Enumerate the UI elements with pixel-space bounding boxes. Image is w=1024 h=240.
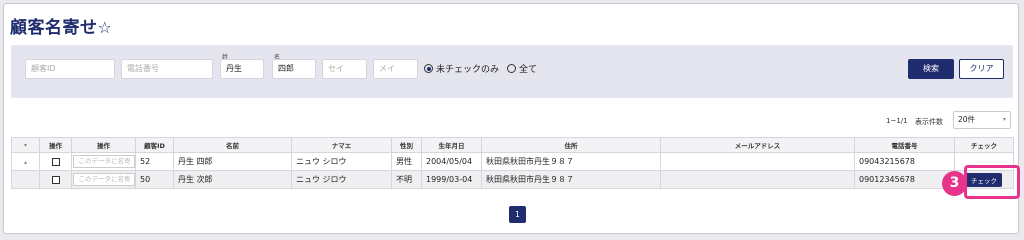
radio-empty-icon [507, 64, 516, 73]
email-cell [660, 152, 855, 171]
radio-unchecked-label: 未チェックのみ [436, 65, 500, 75]
chevron-down-icon: ▾ [23, 142, 27, 149]
page-title: 顧客名寄せ☆ [10, 13, 112, 38]
row-checkbox[interactable] [51, 175, 60, 184]
highlight-box [964, 165, 1020, 199]
table-row: このデータに名寄 50 丹生 次郎 ニュウ ジロウ 不明 1999/03-04 … [11, 170, 1014, 189]
result-range: 1~1/1 [886, 117, 908, 125]
row-select-cell [39, 170, 72, 189]
expand-all-header[interactable]: ▾ [11, 137, 40, 153]
column-header: 性別 [391, 137, 422, 153]
per-page-label: 表示件数 [915, 118, 943, 126]
search-panel: 顧客ID 電話番号 姓 丹生 名 四郎 セイ メイ 未チェックのみ 全て 検索 … [11, 45, 1013, 98]
column-header: 操作 [39, 137, 72, 153]
page-button[interactable]: 1 [509, 206, 526, 223]
column-header: 操作 [71, 137, 136, 153]
email-cell [660, 170, 855, 189]
column-header: 生年月日 [421, 137, 482, 153]
radio-unchecked-only[interactable]: 未チェックのみ [424, 62, 499, 75]
clear-button[interactable]: クリア [959, 59, 1004, 79]
row-checkbox[interactable] [51, 157, 60, 166]
empty-cell [11, 170, 40, 189]
customer-table: ▾ 操作 操作 顧客ID 名前 ナマエ 性別 生年月日 住所 メールアドレス 電… [11, 137, 1014, 189]
merge-input-cell: このデータに名寄 [71, 170, 136, 189]
column-header: 名前 [173, 137, 292, 153]
collapse-toggle[interactable]: ▴ [11, 152, 40, 171]
phone-cell: 09012345678 [854, 170, 955, 189]
gender-cell: 男性 [391, 152, 422, 171]
address-cell: 秋田県秋田市丹生９８７ [481, 152, 661, 171]
per-page-select[interactable]: 20件 ▾ [953, 111, 1011, 129]
kana-cell: ニュウ シロウ [291, 152, 392, 171]
radio-all-label: 全て [519, 65, 538, 75]
main-panel [3, 3, 1019, 234]
table-row: ▴ このデータに名寄 52 丹生 四郎 ニュウ シロウ 男性 2004/05/0… [11, 152, 1014, 171]
chevron-up-icon: ▴ [23, 159, 27, 166]
page-title-text: 顧客名寄せ [10, 18, 98, 38]
column-header: チェック [954, 137, 1014, 153]
favorite-star-icon[interactable]: ☆ [98, 18, 113, 37]
birth-cell: 2004/05/04 [421, 152, 482, 171]
radio-all[interactable]: 全て [507, 62, 537, 75]
column-header: 住所 [481, 137, 661, 153]
column-header: 顧客ID [135, 137, 174, 153]
mei-kana-input[interactable]: メイ [373, 59, 418, 79]
column-header: メールアドレス [660, 137, 855, 153]
column-header: ナマエ [291, 137, 392, 153]
customer-id-cell: 50 [135, 170, 174, 189]
chevron-down-icon: ▾ [1002, 116, 1006, 123]
row-select-cell [39, 152, 72, 171]
birth-cell: 1999/03-04 [421, 170, 482, 189]
mei-input[interactable]: 四郎 [272, 59, 316, 79]
search-button[interactable]: 検索 [908, 59, 954, 79]
kana-cell: ニュウ ジロウ [291, 170, 392, 189]
sei-kana-input[interactable]: セイ [322, 59, 367, 79]
phone-input[interactable]: 電話番号 [121, 59, 213, 79]
per-page-value: 20件 [958, 115, 976, 124]
sei-input[interactable]: 丹生 [220, 59, 264, 79]
table-header-row: ▾ 操作 操作 顧客ID 名前 ナマエ 性別 生年月日 住所 メールアドレス 電… [11, 137, 1014, 153]
name-cell: 丹生 四郎 [173, 152, 292, 171]
merge-target-input[interactable]: このデータに名寄 [72, 173, 135, 186]
merge-input-cell: このデータに名寄 [71, 152, 136, 171]
customer-id-cell: 52 [135, 152, 174, 171]
gender-cell: 不明 [391, 170, 422, 189]
column-header: 電話番号 [854, 137, 955, 153]
radio-selected-icon [424, 64, 433, 73]
phone-cell: 09043215678 [854, 152, 955, 171]
merge-target-input[interactable]: このデータに名寄 [72, 155, 135, 168]
address-cell: 秋田県秋田市丹生９８７ [481, 170, 661, 189]
step-badge: 3 [942, 171, 967, 196]
name-cell: 丹生 次郎 [173, 170, 292, 189]
customer-id-input[interactable]: 顧客ID [25, 59, 115, 79]
